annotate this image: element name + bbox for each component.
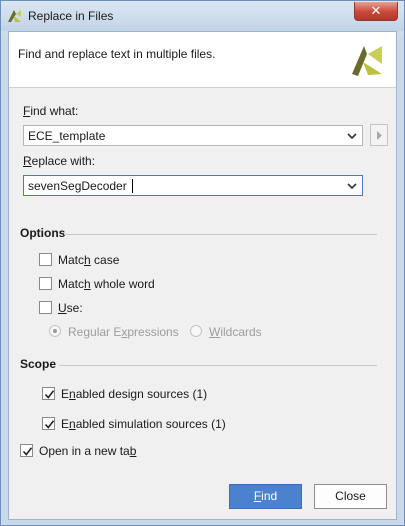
vivado-logo-icon [352,46,382,76]
wildcards-radio[interactable] [190,325,202,337]
match-whole-word-checkbox[interactable] [39,277,52,290]
find-history-button[interactable] [370,124,388,146]
regular-expressions-label[interactable]: Regular Expressions [68,325,179,339]
find-what-value[interactable]: ECE_template [28,129,105,143]
replace-with-label: Replace with: [23,154,96,168]
replace-with-value[interactable]: sevenSegDecoder [28,179,127,193]
enabled-simulation-sources-label[interactable]: Enabled simulation sources (1) [61,417,226,431]
checkmark-icon [44,420,55,429]
scope-section-title: Scope [20,357,57,371]
enabled-design-sources-label[interactable]: Enabled design sources (1) [61,387,207,401]
dialog-content: Find and replace text in multiple files.… [8,31,397,520]
match-case-label[interactable]: Match case [58,253,119,267]
replace-in-files-dialog: Replace in Files ✕ Find and replace text… [0,0,405,526]
regular-expressions-radio[interactable] [49,325,61,337]
find-button[interactable]: Find [229,484,302,509]
use-checkbox[interactable] [39,301,52,314]
match-case-checkbox[interactable] [39,253,52,266]
text-cursor [132,179,133,193]
chevron-down-icon[interactable] [347,131,357,141]
chevron-down-icon[interactable] [347,181,357,191]
find-what-label: Find what: [23,104,79,118]
enabled-design-sources-checkbox[interactable] [42,387,55,400]
use-label[interactable]: Use: [58,301,83,315]
options-section-title: Options [20,226,66,240]
radio-dot [53,329,57,333]
wildcards-label[interactable]: Wildcards [209,325,262,339]
app-logo-icon [8,10,21,22]
window-close-button[interactable]: ✕ [354,2,398,21]
dialog-header: Find and replace text in multiple files. [9,32,396,88]
scope-divider [59,365,377,366]
match-whole-word-label[interactable]: Match whole word [58,277,155,291]
checkmark-icon [44,390,55,399]
title-bar[interactable]: Replace in Files ✕ [1,1,404,31]
window-title: Replace in Files [28,9,114,23]
replace-with-combobox[interactable]: sevenSegDecoder [23,175,363,196]
chevron-right-icon [377,131,382,140]
options-divider [64,234,377,235]
checkmark-icon [22,447,33,456]
dialog-description: Find and replace text in multiple files. [18,47,216,61]
enabled-simulation-sources-checkbox[interactable] [42,417,55,430]
open-in-new-tab-checkbox[interactable] [20,444,33,457]
find-what-combobox[interactable]: ECE_template [23,125,363,146]
close-button[interactable]: Close [314,484,387,509]
open-in-new-tab-label[interactable]: Open in a new tab [39,444,136,458]
